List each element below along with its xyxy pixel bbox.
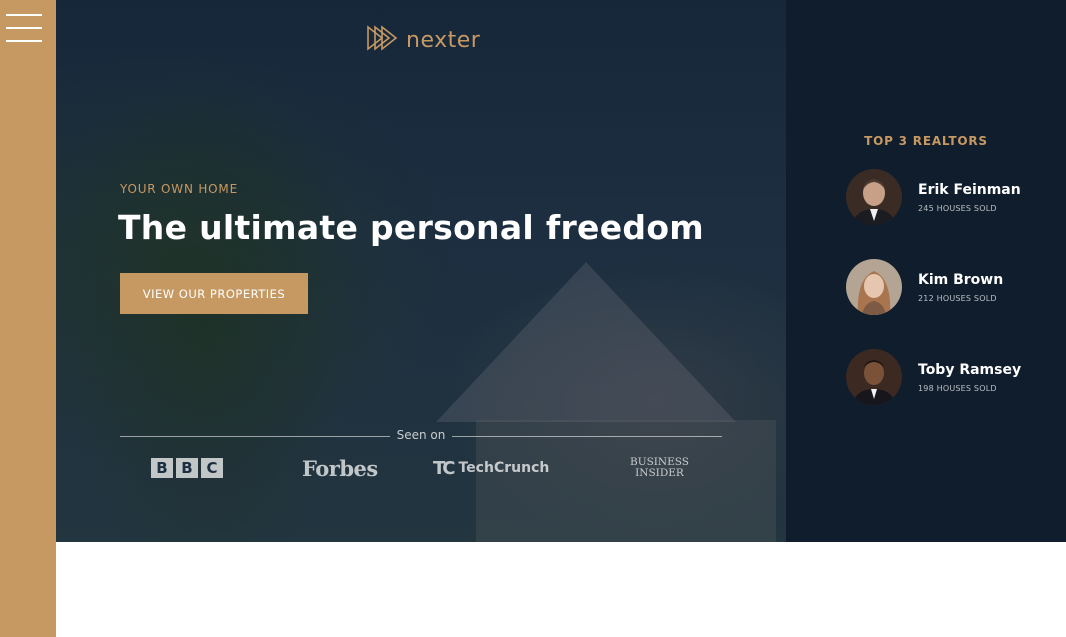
menu-bar-bottom (6, 40, 42, 42)
business-insider-line2: INSIDER (635, 467, 684, 479)
menu-icon[interactable] (6, 14, 42, 44)
realtors-panel: Top 3 Realtors Erik Feinman 245 Houses S… (786, 0, 1066, 542)
realtor-item[interactable]: Toby Ramsey 198 Houses Sold (846, 349, 1046, 405)
techcrunch-logo: TC TechCrunch (433, 454, 549, 482)
realtor-houses-sold: 212 Houses Sold (918, 294, 997, 303)
logo[interactable]: nexter (366, 25, 481, 55)
avatar (846, 349, 902, 405)
realtor-name: Erik Feinman (918, 182, 1021, 198)
realtor-item[interactable]: Kim Brown 212 Houses Sold (846, 259, 1046, 315)
hero-background-house-roof (436, 262, 736, 422)
play-triangles-icon (366, 25, 400, 55)
realtor-name: Toby Ramsey (918, 362, 1022, 378)
menu-bar-middle (6, 27, 42, 29)
forbes-logo: Forbes (302, 455, 378, 481)
logo-text: nexter (406, 27, 481, 53)
bbc-logo: B B C (151, 454, 223, 482)
menu-bar-top (6, 14, 42, 16)
bbc-logo-letter: B (176, 458, 198, 478)
seen-on-line-right (452, 436, 722, 437)
avatar (846, 259, 902, 315)
realtor-houses-sold: 245 Houses Sold (918, 204, 997, 213)
realtors-title: Top 3 Realtors (864, 134, 988, 148)
techcrunch-wordmark: TechCrunch (458, 460, 550, 476)
hero-header: nexter Your own home The ultimate person… (56, 0, 786, 542)
seen-on-divider: Seen on (120, 428, 722, 444)
avatar (846, 169, 902, 225)
hero-subtitle: Your own home (120, 182, 238, 196)
bbc-logo-letter: B (151, 458, 173, 478)
techcrunch-mark: TC (433, 457, 455, 479)
realtor-houses-sold: 198 Houses Sold (918, 384, 997, 393)
hero-heading: The ultimate personal freedom (118, 208, 704, 247)
view-properties-button[interactable]: View our properties (120, 273, 308, 314)
business-insider-logo: BUSINESS INSIDER (630, 454, 689, 482)
realtor-name: Kim Brown (918, 272, 1004, 288)
bbc-logo-letter: C (201, 458, 223, 478)
seen-on-label: Seen on (396, 428, 446, 442)
sidebar (0, 0, 56, 637)
realtor-item[interactable]: Erik Feinman 245 Houses Sold (846, 169, 1046, 225)
